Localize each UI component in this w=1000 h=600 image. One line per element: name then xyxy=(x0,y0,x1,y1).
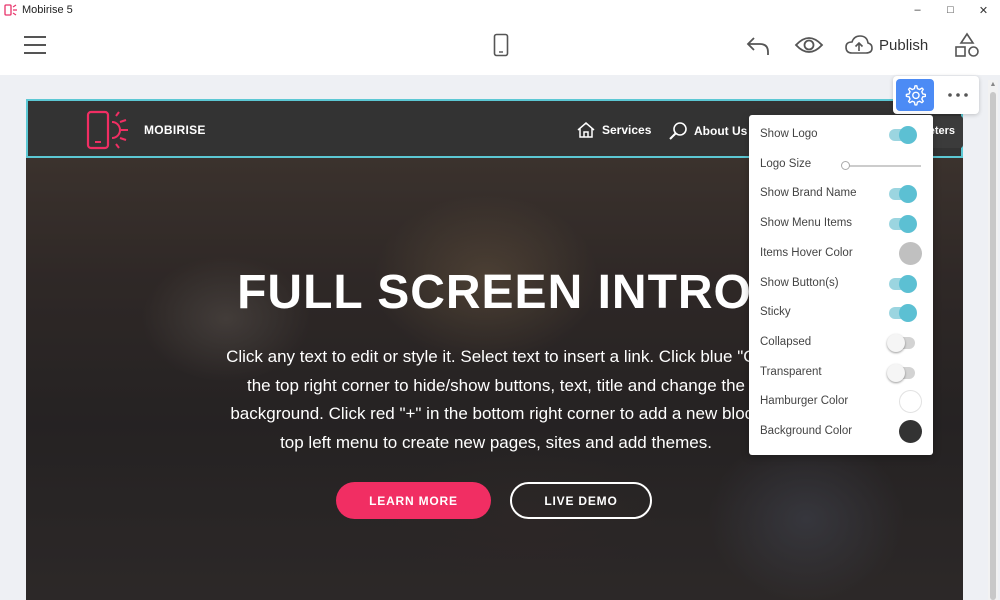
hero-text[interactable]: Click any text to edit or style it. Sele… xyxy=(146,343,846,457)
logo-size-slider-handle[interactable] xyxy=(841,160,850,170)
ellipsis-icon xyxy=(948,93,968,97)
more-options-button[interactable] xyxy=(941,79,975,111)
mobile-phone-icon[interactable] xyxy=(490,32,512,58)
setting-label: Transparent xyxy=(760,365,822,378)
setting-label: Sticky xyxy=(760,306,791,319)
nav-label-services: Services xyxy=(602,123,652,137)
collapsed-toggle[interactable] xyxy=(887,333,915,352)
setting-label: Background Color xyxy=(760,425,853,437)
gear-icon xyxy=(905,85,926,106)
window-controls: – □ ✕ xyxy=(901,0,1000,20)
undo-icon[interactable] xyxy=(744,32,772,58)
setting-label: Collapsed xyxy=(760,335,812,348)
setting-label: Show Logo xyxy=(760,128,818,140)
maximize-button[interactable]: □ xyxy=(934,0,967,20)
app-toolbar: Publish xyxy=(0,20,1000,75)
setting-label: Show Button(s) xyxy=(760,276,839,289)
show-brand-name-toggle[interactable] xyxy=(889,185,917,204)
show-buttons-toggle[interactable] xyxy=(889,274,917,293)
scrollbar-thumb[interactable] xyxy=(990,92,996,600)
setting-logo-size: Logo Size xyxy=(749,150,933,180)
nav-item-about-us[interactable]: About Us xyxy=(668,121,747,141)
show-menu-items-toggle[interactable] xyxy=(889,215,917,234)
brand-name[interactable]: MOBIRISE xyxy=(144,123,206,137)
search-icon xyxy=(669,122,687,140)
window-titlebar: Mobirise 5 – □ ✕ xyxy=(0,0,1000,20)
close-button[interactable]: ✕ xyxy=(967,0,1000,20)
site-brand[interactable]: MOBIRISE xyxy=(86,110,206,150)
logo-size-slider-track[interactable] xyxy=(845,164,921,167)
setting-label: Logo Size xyxy=(760,157,812,170)
setting-show-logo: Show Logo xyxy=(749,120,933,150)
publish-button[interactable]: Publish xyxy=(845,32,928,58)
home-icon xyxy=(577,122,595,138)
setting-items-hover-color: Items Hover Color xyxy=(749,239,933,269)
show-logo-toggle[interactable] xyxy=(889,126,917,144)
setting-label: Show Menu Items xyxy=(760,217,853,230)
cloud-upload-icon xyxy=(845,35,873,54)
hero-text-line: background. Click red "+" in the bottom … xyxy=(230,404,762,423)
setting-label: Items Hover Color xyxy=(760,246,853,259)
setting-show-buttons: Show Button(s) xyxy=(749,269,933,299)
setting-show-brand-name: Show Brand Name xyxy=(749,179,933,209)
block-controls xyxy=(893,76,979,114)
mobirise-logo-icon xyxy=(86,110,128,150)
vertical-scrollbar[interactable]: ▲ xyxy=(988,80,998,600)
window-title: Mobirise 5 xyxy=(22,4,73,16)
learn-more-button[interactable]: LEARN MORE xyxy=(336,482,491,519)
transparent-toggle[interactable] xyxy=(887,363,915,382)
publish-label: Publish xyxy=(879,36,929,54)
setting-label: Hamburger Color xyxy=(760,395,849,408)
sticky-toggle[interactable] xyxy=(889,304,917,323)
items-hover-color-swatch[interactable] xyxy=(899,241,922,265)
eye-icon[interactable] xyxy=(794,32,824,58)
minimize-button[interactable]: – xyxy=(901,0,934,20)
hero-text-line: Click any text to edit or style it. Sele… xyxy=(226,347,766,366)
nav-item-services[interactable]: Services xyxy=(576,121,651,139)
setting-background-color: Background Color xyxy=(749,417,933,447)
hero-text-line: the top right corner to hide/show button… xyxy=(246,375,746,395)
setting-transparent: Transparent xyxy=(749,358,933,388)
live-demo-button[interactable]: LIVE DEMO xyxy=(510,482,652,519)
hamburger-color-swatch[interactable] xyxy=(899,390,922,414)
background-color-swatch[interactable] xyxy=(899,420,922,443)
setting-show-menu-items: Show Menu Items xyxy=(749,209,933,239)
hero-text-line: top left menu to create new pages, sites… xyxy=(280,432,712,452)
scroll-up-arrow-icon[interactable]: ▲ xyxy=(988,80,998,90)
shapes-icon[interactable] xyxy=(953,31,981,59)
setting-collapsed: Collapsed xyxy=(749,328,933,358)
block-settings-button[interactable] xyxy=(896,79,934,111)
hamburger-icon[interactable] xyxy=(22,33,48,57)
setting-sticky: Sticky xyxy=(749,298,933,328)
nav-label-about-us: About Us xyxy=(694,124,748,138)
setting-hamburger-color: Hamburger Color xyxy=(749,387,933,417)
mobirise-app-icon xyxy=(4,4,17,16)
setting-label: Show Brand Name xyxy=(760,187,857,200)
block-settings-panel: Show Logo Logo Size Show Brand Name Show… xyxy=(749,115,933,455)
